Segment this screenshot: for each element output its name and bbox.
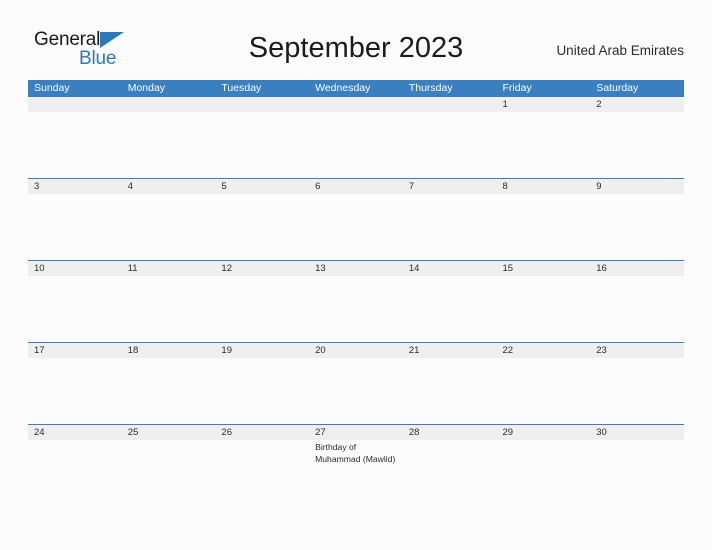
day-number[interactable]: 1 bbox=[497, 97, 591, 112]
day-number[interactable]: 10 bbox=[28, 261, 122, 276]
day-cell[interactable] bbox=[590, 194, 684, 260]
day-number[interactable]: 22 bbox=[497, 343, 591, 358]
day-number[interactable]: 7 bbox=[403, 179, 497, 194]
holiday-event-label[interactable]: Birthday of Muhammad (Mawlid) bbox=[309, 440, 403, 546]
calendar-week-row: 3 4 5 6 7 8 9 bbox=[28, 178, 684, 260]
day-number[interactable]: 15 bbox=[497, 261, 591, 276]
day-number[interactable]: 14 bbox=[403, 261, 497, 276]
day-number[interactable]: 16 bbox=[590, 261, 684, 276]
day-cell[interactable] bbox=[28, 112, 122, 178]
day-cell[interactable] bbox=[215, 440, 309, 546]
page-header: General Blue September 2023 United Arab … bbox=[28, 26, 684, 72]
day-number[interactable] bbox=[309, 97, 403, 112]
week-date-band: 10 11 12 13 14 15 16 bbox=[28, 260, 684, 276]
day-cell[interactable] bbox=[215, 276, 309, 342]
day-number[interactable]: 20 bbox=[309, 343, 403, 358]
day-cell[interactable] bbox=[122, 276, 216, 342]
day-cell[interactable] bbox=[403, 440, 497, 546]
day-number[interactable]: 12 bbox=[215, 261, 309, 276]
day-cell[interactable] bbox=[122, 358, 216, 424]
day-cell[interactable] bbox=[403, 194, 497, 260]
day-number[interactable]: 27 bbox=[309, 425, 403, 440]
day-number[interactable]: 26 bbox=[215, 425, 309, 440]
day-number[interactable]: 13 bbox=[309, 261, 403, 276]
calendar-week-row: 10 11 12 13 14 15 16 bbox=[28, 260, 684, 342]
day-number[interactable]: 18 bbox=[122, 343, 216, 358]
day-cell[interactable] bbox=[403, 112, 497, 178]
weekday-header-tuesday: Tuesday bbox=[221, 82, 262, 94]
day-number[interactable]: 5 bbox=[215, 179, 309, 194]
week-event-row bbox=[28, 276, 684, 342]
weekday-header-monday: Monday bbox=[127, 82, 166, 94]
day-number[interactable]: 24 bbox=[28, 425, 122, 440]
day-cell[interactable] bbox=[309, 112, 403, 178]
day-cell[interactable] bbox=[590, 276, 684, 342]
day-cell[interactable] bbox=[215, 358, 309, 424]
week-date-band: 17 18 19 20 21 22 23 bbox=[28, 342, 684, 358]
calendar-grid: Sunday Monday Tuesday Wednesday Thursday… bbox=[28, 80, 684, 546]
day-number[interactable]: 11 bbox=[122, 261, 216, 276]
week-date-band: 3 4 5 6 7 8 9 bbox=[28, 178, 684, 194]
day-cell[interactable] bbox=[590, 358, 684, 424]
day-number[interactable]: 29 bbox=[497, 425, 591, 440]
day-cell[interactable] bbox=[497, 112, 591, 178]
day-cell[interactable] bbox=[28, 276, 122, 342]
day-number[interactable] bbox=[215, 97, 309, 112]
day-number[interactable]: 9 bbox=[590, 179, 684, 194]
region-label: United Arab Emirates bbox=[556, 43, 684, 58]
weekday-header-wednesday: Wednesday bbox=[315, 82, 371, 94]
day-number[interactable] bbox=[122, 97, 216, 112]
week-event-row bbox=[28, 112, 684, 178]
day-cell[interactable] bbox=[215, 194, 309, 260]
week-date-band: 1 2 bbox=[28, 97, 684, 112]
week-event-row: Birthday of Muhammad (Mawlid) bbox=[28, 440, 684, 546]
week-event-row bbox=[28, 358, 684, 424]
day-cell[interactable] bbox=[403, 358, 497, 424]
day-number[interactable]: 17 bbox=[28, 343, 122, 358]
day-cell[interactable] bbox=[590, 440, 684, 546]
day-cell[interactable] bbox=[497, 194, 591, 260]
weekday-header-sunday: Sunday bbox=[34, 82, 70, 94]
day-cell[interactable] bbox=[403, 276, 497, 342]
day-number[interactable] bbox=[403, 97, 497, 112]
day-cell[interactable] bbox=[309, 194, 403, 260]
day-number[interactable] bbox=[28, 97, 122, 112]
weekday-header-thursday: Thursday bbox=[408, 82, 453, 94]
day-number[interactable]: 23 bbox=[590, 343, 684, 358]
day-number[interactable]: 6 bbox=[309, 179, 403, 194]
day-cell[interactable] bbox=[122, 194, 216, 260]
day-cell[interactable] bbox=[497, 440, 591, 546]
week-event-row bbox=[28, 194, 684, 260]
weekday-header-friday: Friday bbox=[502, 82, 532, 94]
weekday-header-saturday: Saturday bbox=[596, 82, 639, 94]
day-number[interactable]: 8 bbox=[497, 179, 591, 194]
day-cell[interactable] bbox=[309, 276, 403, 342]
day-number[interactable]: 30 bbox=[590, 425, 684, 440]
day-cell[interactable] bbox=[309, 358, 403, 424]
week-date-band: 24 25 26 27 28 29 30 bbox=[28, 424, 684, 440]
calendar-week-row: 17 18 19 20 21 22 23 bbox=[28, 342, 684, 424]
day-cell[interactable] bbox=[28, 358, 122, 424]
day-cell[interactable] bbox=[215, 112, 309, 178]
day-number[interactable]: 3 bbox=[28, 179, 122, 194]
day-number[interactable]: 21 bbox=[403, 343, 497, 358]
day-number[interactable]: 2 bbox=[590, 97, 684, 112]
day-number[interactable]: 4 bbox=[122, 179, 216, 194]
day-number[interactable]: 19 bbox=[215, 343, 309, 358]
day-cell[interactable] bbox=[28, 194, 122, 260]
day-cell[interactable] bbox=[122, 440, 216, 546]
day-cell[interactable] bbox=[497, 276, 591, 342]
day-cell[interactable] bbox=[497, 358, 591, 424]
calendar-page: General Blue September 2023 United Arab … bbox=[0, 0, 712, 550]
calendar-week-row: 24 25 26 27 28 29 30 Birthday of Muhamma… bbox=[28, 424, 684, 546]
day-cell[interactable] bbox=[590, 112, 684, 178]
day-number[interactable]: 25 bbox=[122, 425, 216, 440]
day-cell[interactable] bbox=[28, 440, 122, 546]
day-cell[interactable] bbox=[122, 112, 216, 178]
weekday-header-row: Sunday Monday Tuesday Wednesday Thursday… bbox=[28, 80, 684, 97]
day-number[interactable]: 28 bbox=[403, 425, 497, 440]
calendar-week-row: 1 2 bbox=[28, 97, 684, 178]
